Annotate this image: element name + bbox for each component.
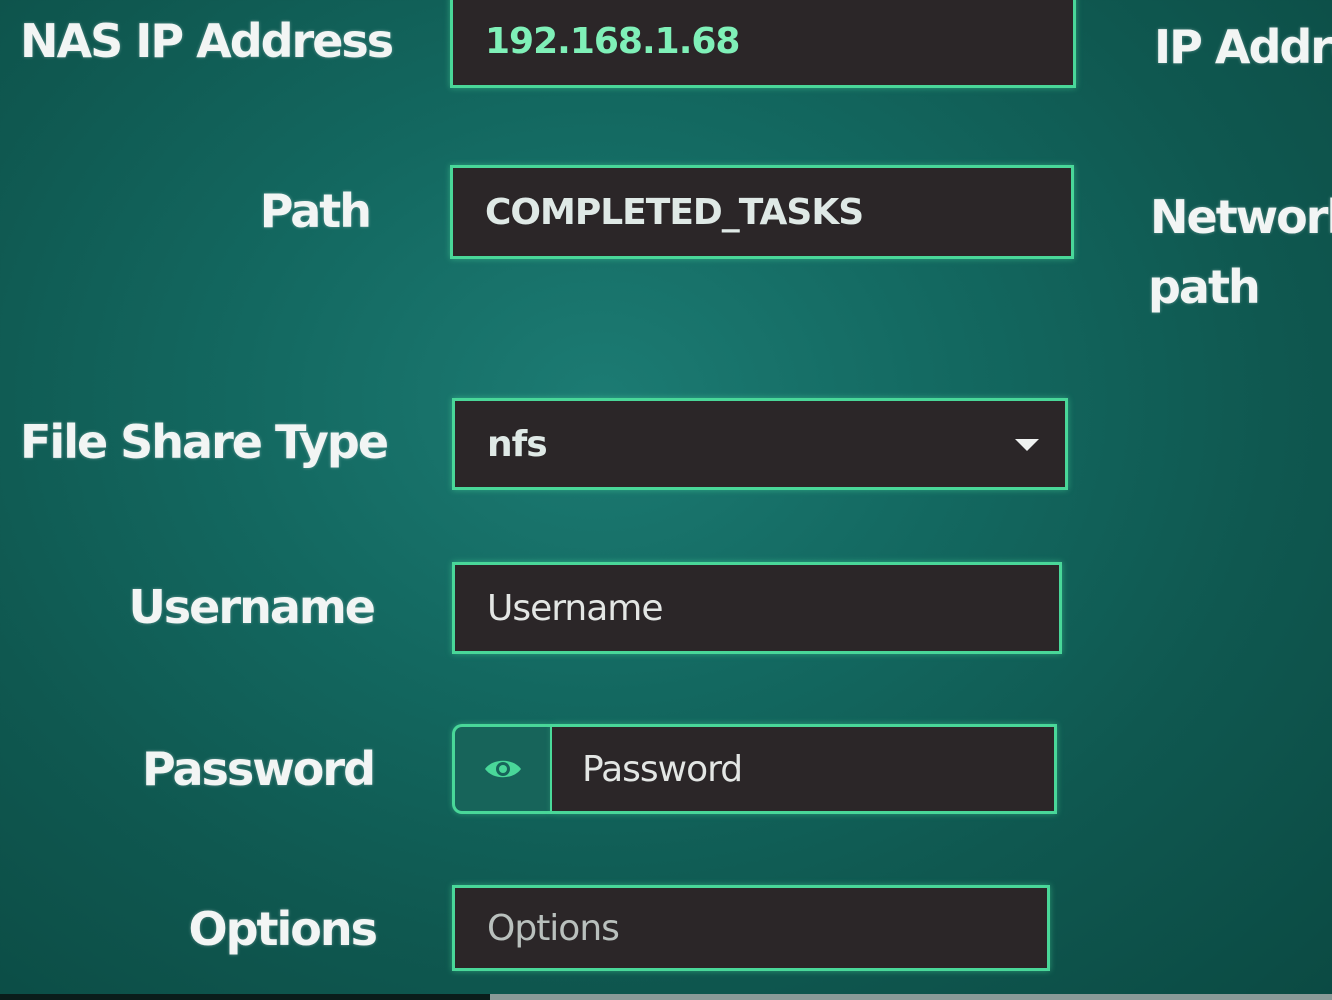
nas-ip-input[interactable]: 192.168.1.68 xyxy=(450,0,1076,88)
options-input[interactable]: Options xyxy=(452,885,1050,971)
path-input[interactable]: COMPLETED_TASKS xyxy=(450,165,1074,259)
password-label: Password xyxy=(142,742,376,796)
username-label: Username xyxy=(128,580,376,634)
password-placeholder: Password xyxy=(582,748,743,790)
network-path-help-line2: path xyxy=(1148,260,1261,314)
options-placeholder: Options xyxy=(487,907,620,949)
file-share-type-value: nfs xyxy=(487,423,548,465)
file-share-type-select[interactable]: nfs xyxy=(452,398,1068,490)
username-placeholder: Username xyxy=(487,587,664,629)
password-input[interactable]: Password xyxy=(552,724,1057,814)
nas-ip-value: 192.168.1.68 xyxy=(485,20,740,62)
network-path-help-line1: Network xyxy=(1150,190,1332,244)
chevron-down-icon[interactable] xyxy=(1015,439,1039,451)
ip-address-help-text: IP Addres xyxy=(1154,20,1332,74)
eye-icon xyxy=(484,760,521,778)
password-visibility-toggle[interactable] xyxy=(452,724,552,814)
path-value: COMPLETED_TASKS xyxy=(485,191,864,233)
path-label: Path xyxy=(259,184,372,238)
username-input[interactable]: Username xyxy=(452,562,1062,654)
screen-bezel xyxy=(0,994,1332,1000)
file-share-type-label: File Share Type xyxy=(20,415,389,469)
password-field-group: Password xyxy=(452,724,1057,814)
nas-ip-label: NAS IP Address xyxy=(20,14,394,68)
options-label: Options xyxy=(188,902,378,956)
